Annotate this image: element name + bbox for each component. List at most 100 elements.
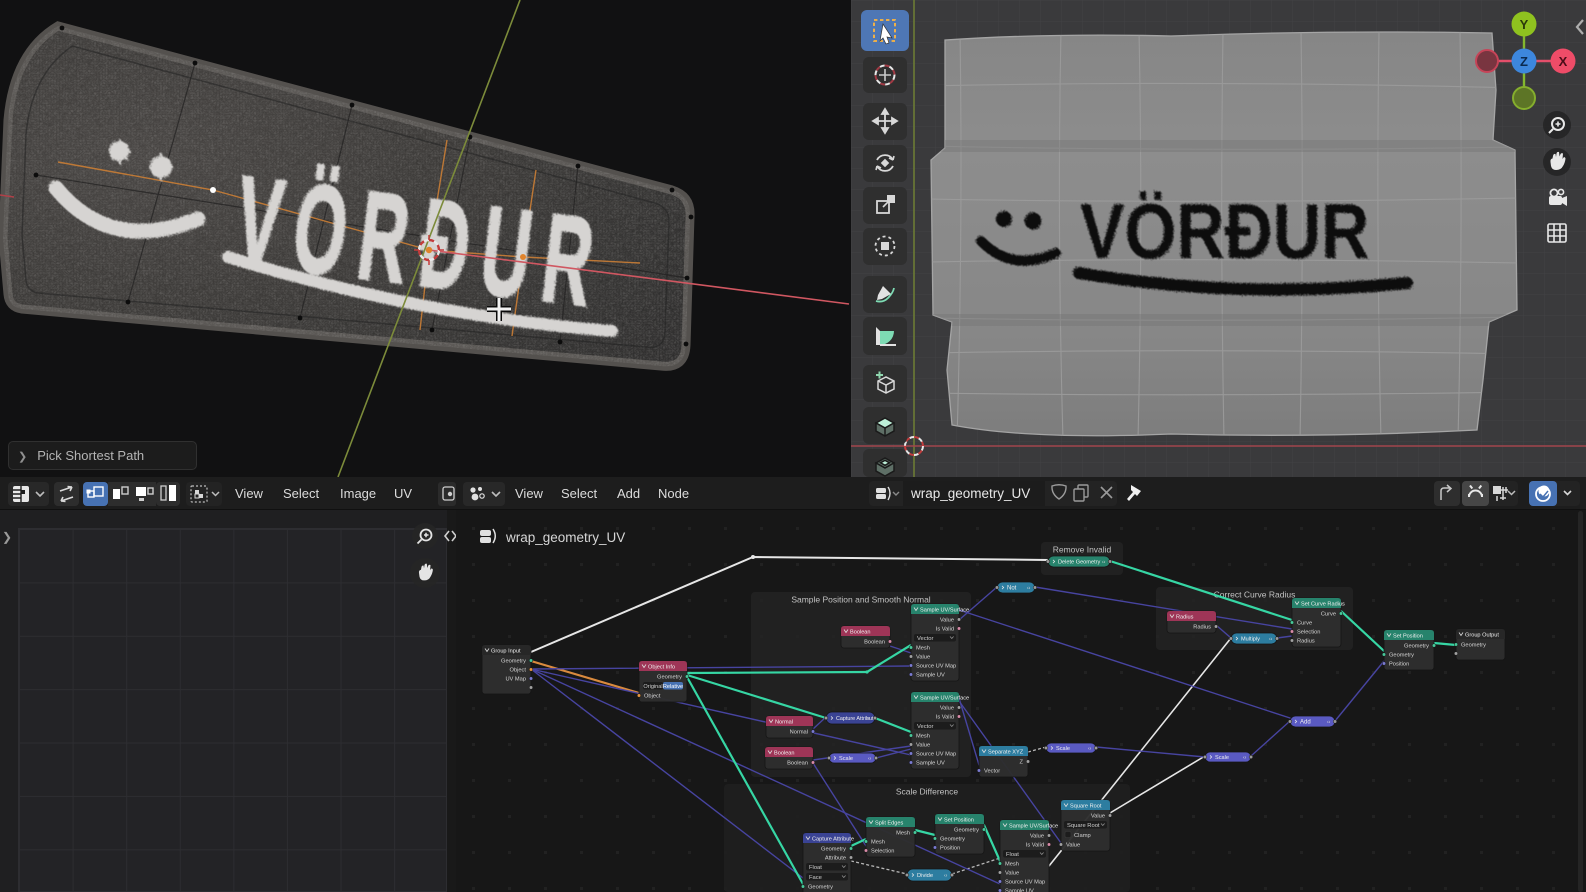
svg-text:Scale: Scale <box>1056 746 1070 752</box>
svg-text:UV Map: UV Map <box>505 677 526 683</box>
svg-text:Value: Value <box>916 655 930 661</box>
svg-text:Image: Image <box>340 486 376 501</box>
svg-text:Value: Value <box>1030 834 1044 840</box>
svg-text:‹›: ‹› <box>1243 755 1247 761</box>
svg-text:Group Input: Group Input <box>491 649 521 655</box>
svg-text:Value: Value <box>940 706 954 712</box>
svg-text:‹›: ‹› <box>868 756 872 762</box>
svg-text:Value: Value <box>1005 871 1019 877</box>
svg-text:Geometry: Geometry <box>821 847 846 853</box>
svg-text:Sample UV/Surface: Sample UV/Surface <box>920 608 969 614</box>
svg-text:Square Root: Square Root <box>1067 823 1100 829</box>
svg-text:View: View <box>235 486 264 501</box>
svg-text:Curve: Curve <box>1321 612 1336 618</box>
svg-text:Not: Not <box>1007 586 1017 592</box>
svg-text:Value: Value <box>1091 814 1105 820</box>
svg-text:Sample Position and Smooth Nor: Sample Position and Smooth Normal <box>791 595 930 605</box>
svg-text:Relative: Relative <box>663 684 683 690</box>
svg-text:Float: Float <box>809 865 822 871</box>
svg-text:Selection: Selection <box>871 849 894 855</box>
svg-text:VÖRÐUR: VÖRÐUR <box>1080 188 1369 275</box>
svg-text:Mesh: Mesh <box>916 734 930 740</box>
svg-text:Set Position: Set Position <box>1393 634 1423 640</box>
svg-text:Sample UV/Surface: Sample UV/Surface <box>1009 824 1058 830</box>
svg-text:Mesh: Mesh <box>916 646 930 652</box>
svg-text:Position: Position <box>940 846 960 852</box>
svg-text:‹›: ‹› <box>944 873 948 879</box>
svg-text:Geometry: Geometry <box>657 675 682 681</box>
svg-text:Geometry: Geometry <box>1404 644 1429 650</box>
svg-text:Z: Z <box>1020 760 1024 766</box>
svg-text:Split Edges: Split Edges <box>875 821 903 827</box>
svg-text:Value: Value <box>940 618 954 624</box>
svg-text:Object Info: Object Info <box>648 665 675 671</box>
svg-text:Is Valid: Is Valid <box>936 715 954 721</box>
svg-text:‹›: ‹› <box>1102 560 1106 566</box>
svg-text:Vector: Vector <box>984 769 1000 775</box>
svg-text:‹›: ‹› <box>1327 720 1331 726</box>
svg-text:Scale Difference: Scale Difference <box>896 787 958 797</box>
svg-text:Add: Add <box>1300 720 1311 726</box>
svg-text:Normal: Normal <box>775 720 793 726</box>
svg-text:Square Root: Square Root <box>1070 804 1102 810</box>
svg-text:‹›: ‹› <box>867 716 871 722</box>
svg-text:Scale: Scale <box>839 756 853 762</box>
svg-text:Is Valid: Is Valid <box>1026 843 1044 849</box>
svg-text:Selection: Selection <box>1297 630 1320 636</box>
svg-text:X: X <box>1559 54 1568 69</box>
svg-text:Vector: Vector <box>917 636 934 642</box>
svg-text:Set Position: Set Position <box>944 818 974 824</box>
svg-text:Delete Geometry: Delete Geometry <box>1058 560 1100 566</box>
svg-text:View: View <box>515 486 544 501</box>
svg-text:Geometry: Geometry <box>1389 653 1414 659</box>
svg-text:Select: Select <box>561 486 598 501</box>
svg-text:Geometry: Geometry <box>808 885 833 891</box>
svg-text:❯: ❯ <box>2 530 12 544</box>
svg-text:Face: Face <box>809 875 822 881</box>
svg-text:Is Valid: Is Valid <box>936 627 954 633</box>
svg-text:‹›: ‹› <box>1269 637 1273 643</box>
svg-text:Node: Node <box>658 486 689 501</box>
svg-text:Scale: Scale <box>1215 755 1229 761</box>
svg-text:Sample UV: Sample UV <box>916 761 945 767</box>
svg-text:‹›: ‹› <box>1027 586 1031 592</box>
svg-text:Radius: Radius <box>1297 639 1315 645</box>
svg-text:Object: Object <box>510 668 527 674</box>
svg-text:Mesh: Mesh <box>1005 862 1019 868</box>
svg-text:Separate XYZ: Separate XYZ <box>988 750 1024 756</box>
svg-text:Geometry: Geometry <box>954 828 979 834</box>
svg-text:Position: Position <box>1389 662 1409 668</box>
svg-text:Add: Add <box>617 486 640 501</box>
svg-text:Attribute: Attribute <box>825 856 846 862</box>
svg-text:Object: Object <box>644 694 661 700</box>
svg-text:Geometry: Geometry <box>501 659 526 665</box>
svg-text:Geometry: Geometry <box>940 837 965 843</box>
svg-text:Set Curve Radius: Set Curve Radius <box>1301 602 1345 608</box>
svg-text:Sample UV: Sample UV <box>916 673 945 679</box>
svg-text:Vector: Vector <box>917 724 934 730</box>
svg-text:Original: Original <box>643 684 662 690</box>
svg-text:Boolean: Boolean <box>850 630 871 636</box>
svg-text:‹›: ‹› <box>1088 746 1092 752</box>
svg-text:Value: Value <box>916 743 930 749</box>
svg-text:Sample UV: Sample UV <box>1005 889 1034 892</box>
svg-text:Mesh: Mesh <box>871 840 885 846</box>
svg-text:Capture Attribute: Capture Attribute <box>836 716 876 722</box>
svg-text:Source UV Map: Source UV Map <box>916 664 956 670</box>
svg-text:Select: Select <box>283 486 320 501</box>
svg-text:Radius: Radius <box>1193 625 1211 631</box>
svg-text:Float: Float <box>1006 852 1019 858</box>
svg-text:Boolean: Boolean <box>864 640 885 646</box>
svg-text:Source UV Map: Source UV Map <box>1005 880 1045 886</box>
svg-text:UV: UV <box>394 486 412 501</box>
svg-text:Boolean: Boolean <box>774 751 795 757</box>
svg-text:Curve: Curve <box>1297 621 1312 627</box>
svg-text:Source UV Map: Source UV Map <box>916 752 956 758</box>
svg-text:Geometry: Geometry <box>1461 643 1486 649</box>
svg-text:Mesh: Mesh <box>896 831 910 837</box>
svg-text:Clamp: Clamp <box>1074 833 1091 839</box>
svg-text:Boolean: Boolean <box>787 761 808 767</box>
svg-text:Normal: Normal <box>790 730 808 736</box>
svg-text:Y: Y <box>1520 17 1529 32</box>
svg-text:Multiply: Multiply <box>1241 637 1260 643</box>
